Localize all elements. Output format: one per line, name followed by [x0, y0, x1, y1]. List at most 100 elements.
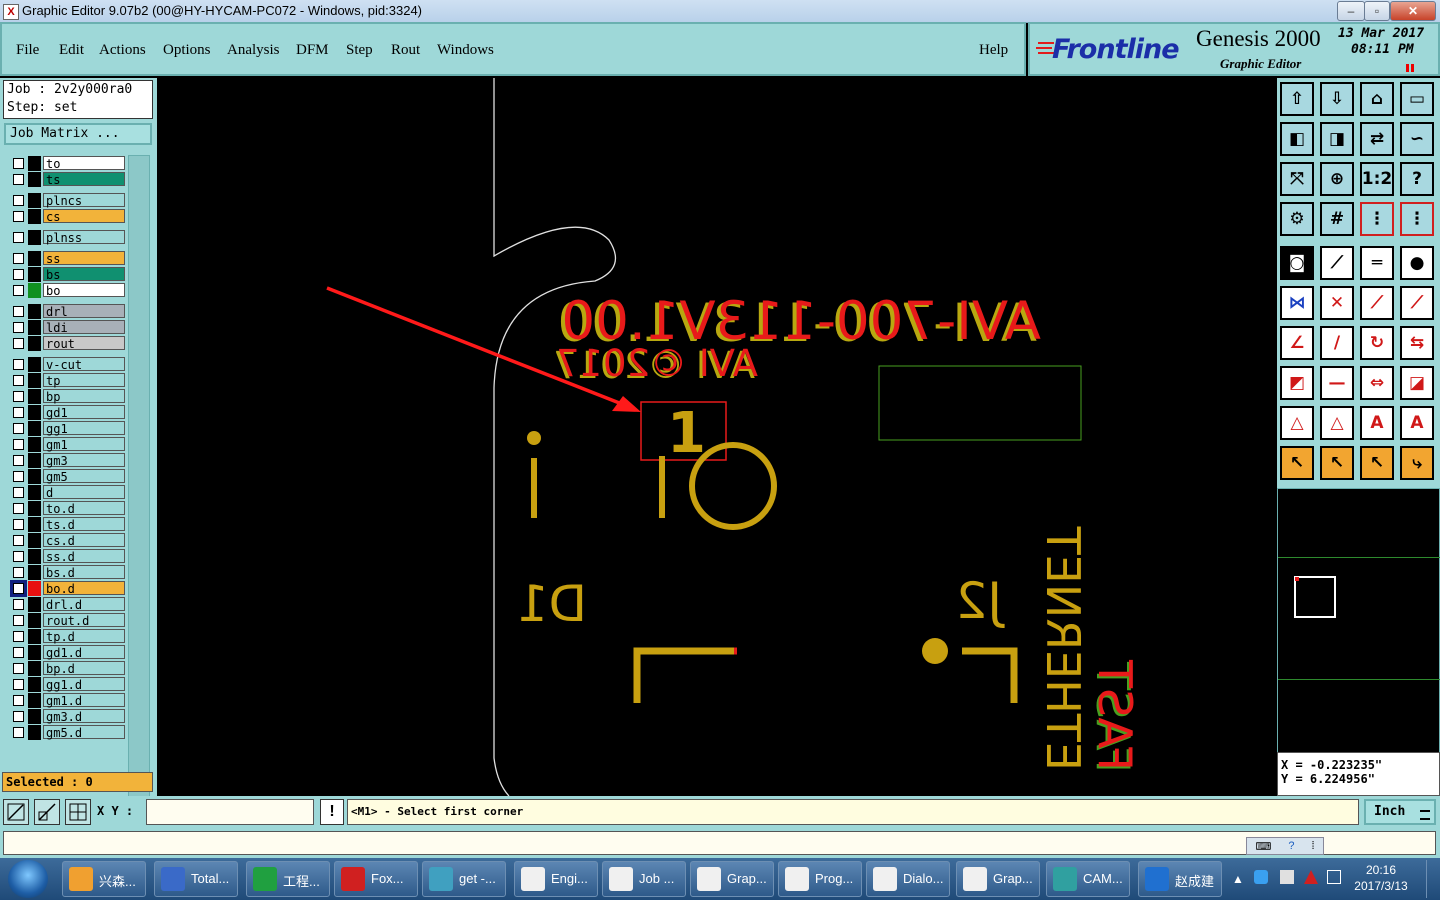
- taskbar-item[interactable]: Dialo...: [866, 861, 950, 897]
- tray-flag-icon[interactable]: [1280, 870, 1294, 884]
- layer-row-rout[interactable]: rout: [10, 336, 127, 351]
- arc-tool-button[interactable]: ↻: [1360, 326, 1394, 360]
- layer-checkbox[interactable]: [13, 567, 24, 578]
- start-button-icon[interactable]: [8, 860, 48, 898]
- maximize-button[interactable]: ▫: [1364, 1, 1390, 21]
- scale-tool-button[interactable]: 1:2: [1360, 162, 1394, 196]
- angle-tool-button[interactable]: ∠: [1280, 326, 1314, 360]
- layer-checkbox[interactable]: [13, 423, 24, 434]
- graphic-canvas[interactable]: AVI-700-113V1.00 AVI-700-113V1.00 AVI ©2…: [157, 78, 1277, 796]
- tray-app-icon[interactable]: [1254, 870, 1268, 884]
- alert-icon[interactable]: !: [320, 799, 344, 825]
- grid-button[interactable]: [65, 799, 91, 825]
- menu-options[interactable]: Options: [163, 42, 211, 59]
- zoom-center-tool-button[interactable]: ⊕: [1320, 162, 1354, 196]
- layer-checkbox[interactable]: [13, 359, 24, 370]
- menu-rout[interactable]: Rout: [391, 42, 420, 59]
- layer-name[interactable]: cs.d: [43, 533, 125, 548]
- layer-name[interactable]: drl.d: [43, 597, 125, 612]
- select-alt-tool-button[interactable]: ↖: [1360, 446, 1394, 480]
- triangle-alt-tool-button[interactable]: △: [1320, 406, 1354, 440]
- move-up-tool-button[interactable]: ⇧: [1280, 82, 1314, 116]
- taskbar-item[interactable]: Prog...: [778, 861, 862, 897]
- layer-row-gm1-d[interactable]: gm1.d: [10, 693, 127, 708]
- taskbar-item[interactable]: 赵成建: [1138, 861, 1222, 897]
- layer-name[interactable]: tp: [43, 373, 125, 388]
- layer-row-ts[interactable]: ts: [10, 172, 127, 187]
- layer-checkbox[interactable]: [13, 487, 24, 498]
- taskbar-item[interactable]: get -...: [422, 861, 506, 897]
- menu-windows[interactable]: Windows: [437, 42, 494, 59]
- point-tool-button[interactable]: ⟋: [1360, 286, 1394, 320]
- layer-name[interactable]: drl: [43, 304, 125, 319]
- taskbar-item[interactable]: Engi...: [514, 861, 598, 897]
- pad-tool-button[interactable]: ◙: [1280, 246, 1314, 280]
- layer-row-bo[interactable]: bo: [10, 283, 127, 298]
- layer-row-gd1-d[interactable]: gd1.d: [10, 645, 127, 660]
- taskbar-item[interactable]: Job ...: [602, 861, 686, 897]
- layer-checkbox[interactable]: [13, 322, 24, 333]
- options-icon[interactable]: ⁞: [1311, 840, 1314, 852]
- taskbar-item[interactable]: CAM...: [1046, 861, 1130, 897]
- layer-row-d[interactable]: d: [10, 485, 127, 500]
- grid-tool-button[interactable]: #: [1320, 202, 1354, 236]
- layer-checkbox[interactable]: [13, 503, 24, 514]
- layer-checkbox[interactable]: [13, 306, 24, 317]
- layer-row-tp-d[interactable]: tp.d: [10, 629, 127, 644]
- minimize-button[interactable]: –: [1337, 1, 1365, 21]
- a-alt-tool-button[interactable]: A: [1400, 406, 1434, 440]
- layer-checkbox[interactable]: [13, 407, 24, 418]
- layer-name[interactable]: gm1.d: [43, 693, 125, 708]
- layer-name[interactable]: gd1: [43, 405, 125, 420]
- layer-name[interactable]: bo.d: [43, 581, 125, 596]
- layer-row-bp[interactable]: bp: [10, 389, 127, 404]
- layer-checkbox[interactable]: [13, 711, 24, 722]
- layer-name[interactable]: gg1: [43, 421, 125, 436]
- zoom-window-button[interactable]: [34, 799, 60, 825]
- taskbar-item[interactable]: Grap...: [956, 861, 1040, 897]
- layer-checkbox[interactable]: [13, 551, 24, 562]
- measure-tool-button[interactable]: ⇔: [1360, 366, 1394, 400]
- node-tool-button[interactable]: ◩: [1280, 366, 1314, 400]
- window-tool-button[interactable]: ▭: [1400, 82, 1434, 116]
- layer-row-bs[interactable]: bs: [10, 267, 127, 282]
- route-tool-button[interactable]: ⤷: [1400, 446, 1434, 480]
- layer-checkbox[interactable]: [13, 391, 24, 402]
- layer-checkbox[interactable]: [13, 663, 24, 674]
- help-circle-icon[interactable]: ?: [1288, 840, 1294, 852]
- layer-row-ss[interactable]: ss: [10, 251, 127, 266]
- layer-row-drl-d[interactable]: drl.d: [10, 597, 127, 612]
- layer-row-bp-d[interactable]: bp.d: [10, 661, 127, 676]
- layer-row-ldi[interactable]: ldi: [10, 320, 127, 335]
- layer-row-ts-d[interactable]: ts.d: [10, 517, 127, 532]
- layer-row-bo-d[interactable]: bo.d: [10, 580, 127, 597]
- layer-row-v-cut[interactable]: v-cut: [10, 357, 127, 372]
- layer-checkbox[interactable]: [13, 615, 24, 626]
- close-button[interactable]: ✕: [1390, 1, 1436, 21]
- layer-checkbox[interactable]: [13, 174, 24, 185]
- a-tool-button[interactable]: A: [1360, 406, 1394, 440]
- keyboard-icon[interactable]: ⌨: [1255, 840, 1271, 853]
- clock[interactable]: 20:16 2017/3/13: [1350, 863, 1412, 893]
- layer-row-cs[interactable]: cs: [10, 209, 127, 224]
- layer-name[interactable]: gm1: [43, 437, 125, 452]
- taskbar-item[interactable]: Fox...: [334, 861, 418, 897]
- mirror-tool-button[interactable]: ⇆: [1400, 326, 1434, 360]
- triangle-tool-button[interactable]: △: [1280, 406, 1314, 440]
- layer-name[interactable]: ts.d: [43, 517, 125, 532]
- tray-expand-icon[interactable]: ▲: [1232, 872, 1244, 886]
- layer-checkbox[interactable]: [13, 647, 24, 658]
- layer-name[interactable]: to: [43, 156, 125, 171]
- layer-checkbox[interactable]: [10, 580, 27, 597]
- layer-name[interactable]: gg1.d: [43, 677, 125, 692]
- layer-name[interactable]: ldi: [43, 320, 125, 335]
- layer-name[interactable]: bo: [43, 283, 125, 298]
- layer-row-gm5[interactable]: gm5: [10, 469, 127, 484]
- pan-left-tool-button[interactable]: ◧: [1280, 122, 1314, 156]
- layer-checkbox[interactable]: [13, 679, 24, 690]
- layer-row-cs-d[interactable]: cs.d: [10, 533, 127, 548]
- menu-dfm[interactable]: DFM: [296, 42, 329, 59]
- menu-analysis[interactable]: Analysis: [227, 42, 280, 59]
- help-tool-button[interactable]: ?: [1400, 162, 1434, 196]
- layer-checkbox[interactable]: [13, 253, 24, 264]
